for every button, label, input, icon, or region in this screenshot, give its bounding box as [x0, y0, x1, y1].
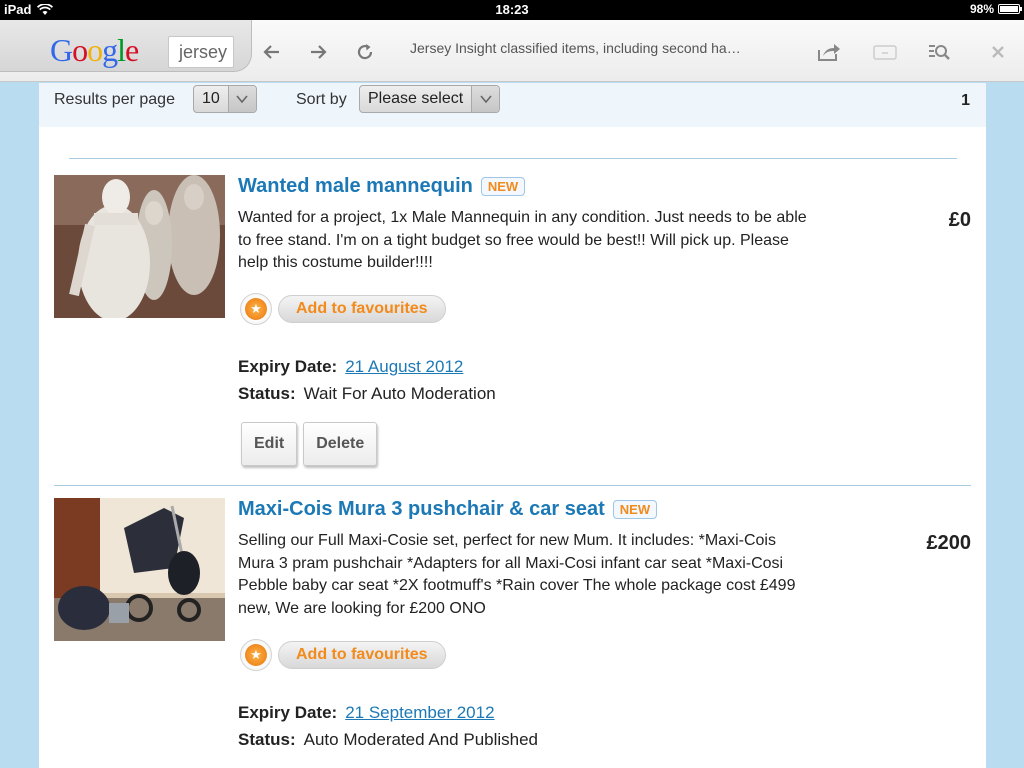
favourite-star-icon[interactable]: ★	[240, 639, 272, 671]
status-row: Status: Auto Moderated And Published	[238, 730, 538, 750]
logo-letter: e	[125, 32, 139, 68]
status-row: Status: Wait For Auto Moderation	[238, 384, 496, 404]
tabs-icon[interactable]	[871, 38, 899, 66]
status-value: Auto Moderated And Published	[303, 730, 539, 749]
listing-actions: Edit Delete	[241, 422, 378, 466]
expiry-row: Expiry Date: 21 August 2012	[238, 357, 463, 377]
page-title[interactable]: Jersey Insight classified items, includi…	[410, 40, 780, 56]
listing-title-text[interactable]: Maxi-Cois Mura 3 pushchair & car seat	[238, 498, 605, 521]
listing-item: Wanted male mannequin NEW Wanted for a p…	[54, 175, 971, 475]
listing-title[interactable]: Wanted male mannequin NEW	[238, 175, 526, 198]
mannequin-photo[interactable]	[54, 175, 225, 318]
results-per-page-value: 10	[202, 90, 220, 107]
close-icon[interactable]	[984, 38, 1012, 66]
results-filter-bar: Results per page 10 Sort by Please selec…	[39, 83, 986, 127]
results-per-page-select[interactable]: 10	[193, 85, 257, 113]
expiry-row: Expiry Date: 21 September 2012	[238, 703, 495, 723]
new-badge: NEW	[480, 177, 526, 196]
divider	[54, 485, 971, 486]
edit-button[interactable]: Edit	[241, 422, 298, 466]
chevron-down-icon	[227, 86, 256, 112]
expiry-label: Expiry Date:	[238, 703, 338, 722]
new-badge: NEW	[612, 500, 658, 519]
battery-percent: 98%	[969, 2, 994, 16]
search-page-icon[interactable]	[925, 38, 953, 66]
forward-arrow-icon[interactable]	[304, 38, 332, 66]
status-value: Wait For Auto Moderation	[303, 384, 496, 403]
chevron-down-icon	[471, 86, 500, 112]
battery-icon	[998, 4, 1022, 14]
expiry-label: Expiry Date:	[238, 357, 338, 376]
share-icon[interactable]	[815, 38, 843, 66]
status-label: Status:	[238, 730, 296, 749]
listing-item: Maxi-Cois Mura 3 pushchair & car seat NE…	[54, 498, 971, 768]
battery-fill	[1000, 6, 1018, 12]
reload-icon[interactable]	[351, 38, 379, 66]
listing-description: Selling our Full Maxi-Cosie set, perfect…	[238, 532, 796, 617]
favourite-star-icon[interactable]: ★	[240, 293, 272, 325]
sort-by-value: Please select	[368, 90, 464, 107]
expiry-date-link[interactable]: 21 August 2012	[345, 357, 463, 376]
pushchair-photo[interactable]	[54, 498, 225, 641]
listing-title-text[interactable]: Wanted male mannequin	[238, 175, 473, 198]
logo-letter: G	[50, 32, 73, 68]
listing-price: £0	[948, 209, 971, 231]
add-to-favourites-button[interactable]: Add to favourites	[278, 295, 446, 323]
expiry-date-link[interactable]: 21 September 2012	[345, 703, 494, 722]
status-label: Status:	[238, 384, 296, 403]
results-per-page-label: Results per page	[54, 91, 175, 108]
delete-button[interactable]: Delete	[303, 422, 378, 466]
add-to-favourites-button[interactable]: Add to favourites	[278, 641, 446, 669]
logo-letter: g	[102, 32, 118, 68]
logo-letter: l	[117, 32, 126, 68]
back-arrow-icon[interactable]	[258, 38, 286, 66]
add-to-favourites[interactable]: ★ Add to favourites	[240, 293, 446, 325]
logo-letter: o	[87, 32, 103, 68]
logo-letter: o	[72, 32, 88, 68]
add-to-favourites[interactable]: ★ Add to favourites	[240, 639, 446, 671]
clock: 18:23	[495, 2, 529, 17]
status-right: 98%	[969, 2, 1022, 16]
divider	[69, 158, 957, 159]
web-page: Results per page 10 Sort by Please selec…	[39, 83, 986, 768]
listing-description: Wanted for a project, 1x Male Mannequin …	[238, 209, 807, 271]
sort-by-select[interactable]: Please select	[359, 85, 501, 113]
ios-status-bar: iPad 18:23 98%	[0, 0, 1024, 20]
listing-price: £200	[926, 532, 972, 554]
google-logo[interactable]: Google	[50, 32, 139, 69]
search-input[interactable]: jersey	[168, 36, 234, 68]
google-tab[interactable]: Google jersey	[0, 20, 252, 72]
page-number[interactable]: 1	[961, 92, 970, 110]
sort-by-label: Sort by	[296, 91, 347, 108]
browser-toolbar: Google jersey Jersey Insight classified …	[0, 20, 1024, 82]
listing-title[interactable]: Maxi-Cois Mura 3 pushchair & car seat NE…	[238, 498, 658, 521]
